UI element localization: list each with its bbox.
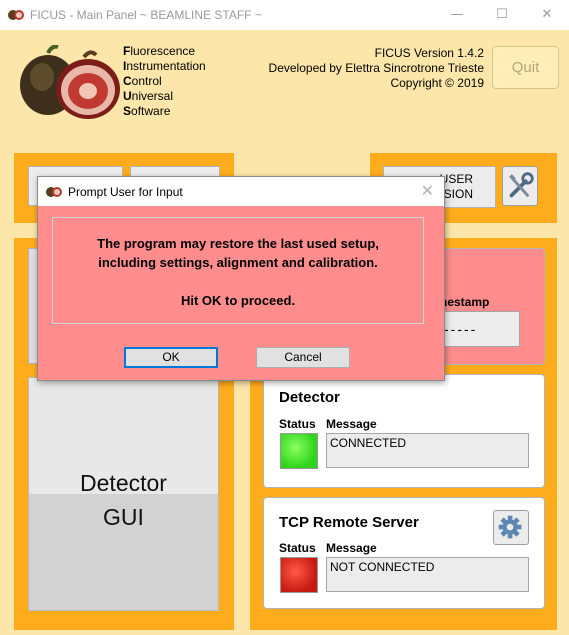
detector-status-label: Status [279, 417, 316, 431]
tcp-status-label: Status [279, 541, 316, 555]
tcp-settings-button[interactable] [493, 510, 529, 545]
gear-icon [498, 515, 522, 539]
dialog-close-button[interactable]: ✕ [421, 181, 434, 200]
quit-button[interactable]: Quit [492, 46, 559, 89]
timestamp-field: ----- [440, 311, 520, 347]
dialog-message: The program may restore the last used se… [52, 217, 424, 324]
tools-icon [509, 172, 534, 198]
timestamp-label: nestamp [440, 295, 490, 309]
tools-button[interactable] [502, 166, 538, 206]
developer-text: Developed by Elettra Sincrotrone Trieste [268, 61, 484, 75]
detector-card-title: Detector [279, 389, 340, 406]
detector-gui-label-line2: GUI [103, 504, 144, 530]
tcp-message-field: NOT CONNECTED [326, 557, 529, 592]
version-text: FICUS Version 1.4.2 [374, 46, 484, 60]
copyright-text: Copyright © 2019 [390, 76, 484, 90]
acronym-block: Fluorescence Instrumentation Control Uni… [123, 44, 206, 118]
ok-button[interactable]: OK [124, 347, 218, 368]
detector-status-led [280, 433, 318, 469]
version-info: FICUS Version 1.4.2 Developed by Elettra… [269, 46, 484, 91]
window-titlebar: FICUS - Main Panel ~ BEAMLINE STAFF ~ — … [0, 0, 569, 30]
detector-message-label: Message [326, 417, 377, 431]
window-title: FICUS - Main Panel ~ BEAMLINE STAFF ~ [30, 8, 262, 22]
detector-gui-label-line1: Detector [80, 470, 167, 496]
detector-card: Detector Status Message CONNECTED [263, 374, 545, 488]
cancel-button[interactable]: Cancel [256, 347, 350, 368]
tcp-card-title: TCP Remote Server [279, 514, 419, 531]
tcp-message-label: Message [326, 541, 377, 555]
fig-app-icon [8, 10, 24, 20]
ficus-logo [20, 45, 120, 119]
close-button[interactable]: ✕ [532, 4, 562, 26]
minimize-button[interactable]: — [442, 4, 472, 26]
fig-app-icon [46, 187, 62, 197]
detector-gui-button[interactable]: Detector GUI [28, 377, 219, 611]
dialog-title: Prompt User for Input [68, 185, 183, 199]
maximize-button[interactable]: ☐ [487, 4, 517, 26]
prompt-dialog: Prompt User for Input ✕ The program may … [37, 176, 445, 381]
detector-message-field: CONNECTED [326, 433, 529, 468]
dialog-titlebar: Prompt User for Input ✕ [38, 177, 444, 206]
tcp-status-led [280, 557, 318, 593]
